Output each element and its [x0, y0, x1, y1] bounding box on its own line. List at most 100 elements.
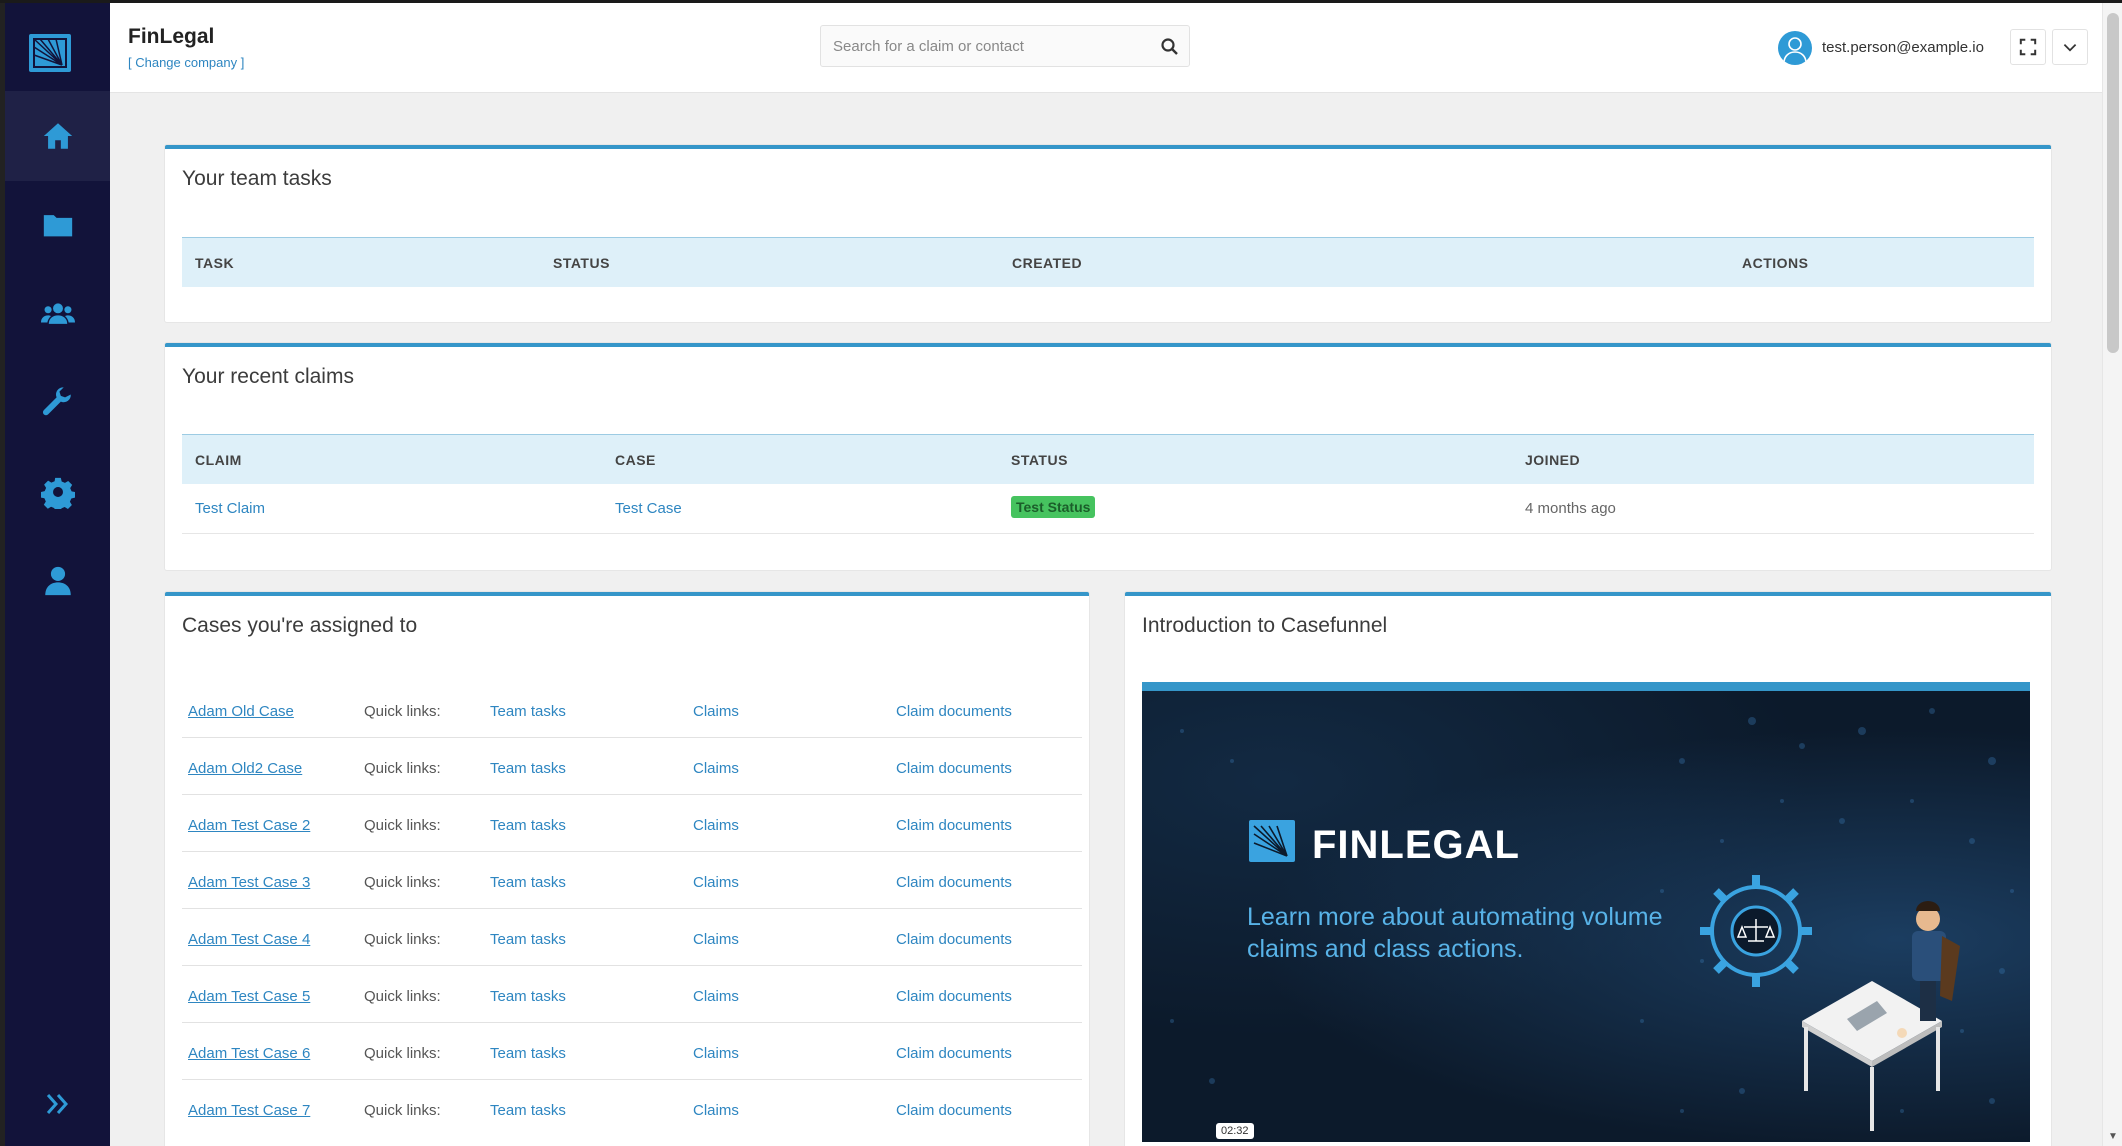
fullscreen-button[interactable] [2010, 29, 2046, 65]
claim-documents-link[interactable]: Claim documents [896, 703, 1012, 720]
user-email[interactable]: test.person@example.io [1822, 39, 1984, 56]
column-header[interactable]: CREATED [1012, 255, 1082, 271]
users-icon [40, 303, 75, 324]
panel-title: Cases you're assigned to [182, 614, 418, 637]
change-company-link[interactable]: [ Change company ] [128, 55, 244, 70]
sidebar-item-folders[interactable] [5, 180, 110, 270]
avatar[interactable] [1778, 31, 1812, 65]
team-tasks-link[interactable]: Team tasks [490, 817, 566, 834]
column-header[interactable]: TASK [195, 255, 234, 271]
page-scrollbar[interactable]: ▼ [2102, 3, 2122, 1146]
claim-link[interactable]: Test Claim [195, 500, 265, 517]
finlegal-logo-icon[interactable] [26, 29, 74, 77]
column-header: ACTIONS [1742, 254, 1809, 271]
gear-icon [40, 477, 75, 509]
case-link[interactable]: Adam Test Case 7 [188, 1102, 310, 1119]
double-chevron-right-icon [46, 1094, 68, 1114]
video-tagline: Learn more about automating volume claim… [1247, 903, 1663, 963]
claims-link[interactable]: Claims [693, 760, 739, 777]
sidebar-expand-button[interactable] [5, 1074, 110, 1134]
team-tasks-link[interactable]: Team tasks [490, 1045, 566, 1062]
team-tasks-link[interactable]: Team tasks [490, 988, 566, 1005]
list-item: Adam Old Case Quick links: Team tasks Cl… [182, 681, 1082, 738]
case-link[interactable]: Adam Test Case 4 [188, 931, 310, 948]
user-menu-button[interactable] [2052, 29, 2088, 65]
intro-video-player[interactable]: FINLEGAL Learn more about automating vol… [1142, 682, 2030, 1142]
claims-link[interactable]: Claims [693, 1102, 739, 1119]
panel-title: Your recent claims [182, 365, 354, 388]
team-tasks-link[interactable]: Team tasks [490, 1102, 566, 1119]
team-tasks-link[interactable]: Team tasks [490, 874, 566, 891]
team-tasks-link[interactable]: Team tasks [490, 703, 566, 720]
table-row: Test Claim Test Case Test Status 4 month… [182, 484, 2034, 534]
scrollbar-thumb[interactable] [2107, 13, 2119, 353]
team-tasks-link[interactable]: Team tasks [490, 931, 566, 948]
table-header: TASK STATUS CREATED ACTIONS [182, 237, 2034, 287]
quick-links-label: Quick links: [364, 1045, 441, 1062]
sidebar-item-contacts[interactable] [5, 269, 110, 359]
claim-documents-link[interactable]: Claim documents [896, 760, 1012, 777]
quick-links-label: Quick links: [364, 988, 441, 1005]
search-input[interactable] [821, 26, 1141, 66]
user-icon [44, 566, 71, 596]
claim-documents-link[interactable]: Claim documents [896, 1102, 1012, 1119]
wrench-icon [42, 387, 71, 416]
status-badge: Test Status [1011, 496, 1096, 518]
fullscreen-icon [2019, 38, 2037, 56]
list-item: Adam Test Case 5 Quick links: Team tasks… [182, 966, 1082, 1023]
claims-link[interactable]: Claims [693, 703, 739, 720]
claims-link[interactable]: Claims [693, 817, 739, 834]
top-header: FinLegal [ Change company ] test.person@… [110, 3, 2102, 93]
column-header[interactable]: CASE [615, 452, 656, 468]
case-link[interactable]: Adam Old2 Case [188, 760, 302, 777]
sidebar-item-home[interactable] [5, 91, 110, 181]
recent-claims-panel: Your recent claims CLAIM CASE STATUS JOI… [165, 343, 2051, 570]
sidebar-item-profile[interactable] [5, 536, 110, 626]
quick-links-label: Quick links: [364, 931, 441, 948]
list-item: Adam Test Case 3 Quick links: Team tasks… [182, 852, 1082, 909]
column-header[interactable]: JOINED [1525, 452, 1580, 468]
sidebar [0, 3, 110, 1146]
sidebar-item-tools[interactable] [5, 358, 110, 448]
sidebar-item-settings[interactable] [5, 447, 110, 537]
case-link[interactable]: Adam Old Case [188, 703, 294, 720]
column-header[interactable]: STATUS [1011, 452, 1068, 468]
claim-documents-link[interactable]: Claim documents [896, 874, 1012, 891]
claims-link[interactable]: Claims [693, 1045, 739, 1062]
search-box [820, 25, 1190, 67]
claim-documents-link[interactable]: Claim documents [896, 988, 1012, 1005]
list-item: Adam Test Case 7 Quick links: Team tasks… [182, 1080, 1082, 1137]
table-header: CLAIM CASE STATUS JOINED [182, 434, 2034, 484]
case-link[interactable]: Test Case [615, 500, 682, 517]
video-brand-text: FINLEGAL [1312, 823, 1520, 867]
claim-documents-link[interactable]: Claim documents [896, 1045, 1012, 1062]
claims-link[interactable]: Claims [693, 988, 739, 1005]
intro-panel: Introduction to Casefunnel FINLEGAL Lear… [1125, 592, 2051, 1146]
case-link[interactable]: Adam Test Case 5 [188, 988, 310, 1005]
column-header[interactable]: STATUS [553, 255, 610, 271]
list-item: Adam Test Case 4 Quick links: Team tasks… [182, 909, 1082, 966]
list-item: Adam Old2 Case Quick links: Team tasks C… [182, 738, 1082, 795]
case-link[interactable]: Adam Test Case 2 [188, 817, 310, 834]
search-icon[interactable] [1159, 36, 1181, 58]
scroll-down-icon[interactable]: ▼ [2108, 1131, 2118, 1142]
column-header[interactable]: CLAIM [195, 452, 242, 468]
quick-links-label: Quick links: [364, 760, 441, 777]
video-duration: 02:32 [1216, 1123, 1254, 1139]
case-link[interactable]: Adam Test Case 3 [188, 874, 310, 891]
claims-link[interactable]: Claims [693, 874, 739, 891]
panel-title: Your team tasks [182, 167, 332, 190]
case-link[interactable]: Adam Test Case 6 [188, 1045, 310, 1062]
team-tasks-link[interactable]: Team tasks [490, 760, 566, 777]
claim-documents-link[interactable]: Claim documents [896, 817, 1012, 834]
assigned-cases-panel: Cases you're assigned to Adam Old Case Q… [165, 592, 1089, 1146]
finlegal-video-logo-icon [1247, 816, 1297, 866]
folder-icon [43, 215, 72, 237]
list-item: Adam Test Case 6 Quick links: Team tasks… [182, 1023, 1082, 1080]
claim-documents-link[interactable]: Claim documents [896, 931, 1012, 948]
panel-title: Introduction to Casefunnel [1142, 614, 1388, 637]
claims-link[interactable]: Claims [693, 931, 739, 948]
list-item: Adam Test Case 2 Quick links: Team tasks… [182, 795, 1082, 852]
home-icon [43, 123, 72, 149]
joined-date: 4 months ago [1525, 500, 1616, 517]
